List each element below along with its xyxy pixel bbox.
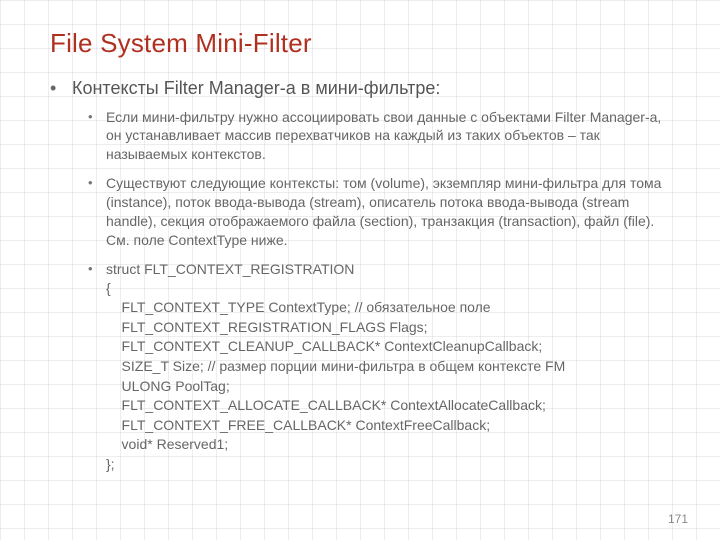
bullet-contexts: Контексты Filter Manager-а в мини-фильтр… — [72, 77, 680, 475]
slide: File System Mini-Filter Контексты Filter… — [0, 0, 720, 540]
struct-body: { FLT_CONTEXT_TYPE ContextType; // обяза… — [106, 279, 680, 475]
sub-bullet-context-types: Существуют следующие контексты: том (vol… — [106, 174, 680, 250]
struct-declaration: struct FLT_CONTEXT_REGISTRATION — [106, 260, 680, 279]
page-number: 171 — [668, 512, 688, 526]
slide-title: File System Mini-Filter — [50, 28, 680, 59]
bullet-list-level1: Контексты Filter Manager-а в мини-фильтр… — [50, 77, 680, 475]
sub-bullet-assoc: Если мини-фильтру нужно ассоциировать св… — [106, 108, 680, 165]
bullet-list-level2: Если мини-фильтру нужно ассоциировать св… — [72, 108, 680, 475]
sub-bullet-struct: struct FLT_CONTEXT_REGISTRATION { FLT_CO… — [106, 260, 680, 475]
bullet-contexts-text: Контексты Filter Manager-а в мини-фильтр… — [72, 78, 440, 98]
